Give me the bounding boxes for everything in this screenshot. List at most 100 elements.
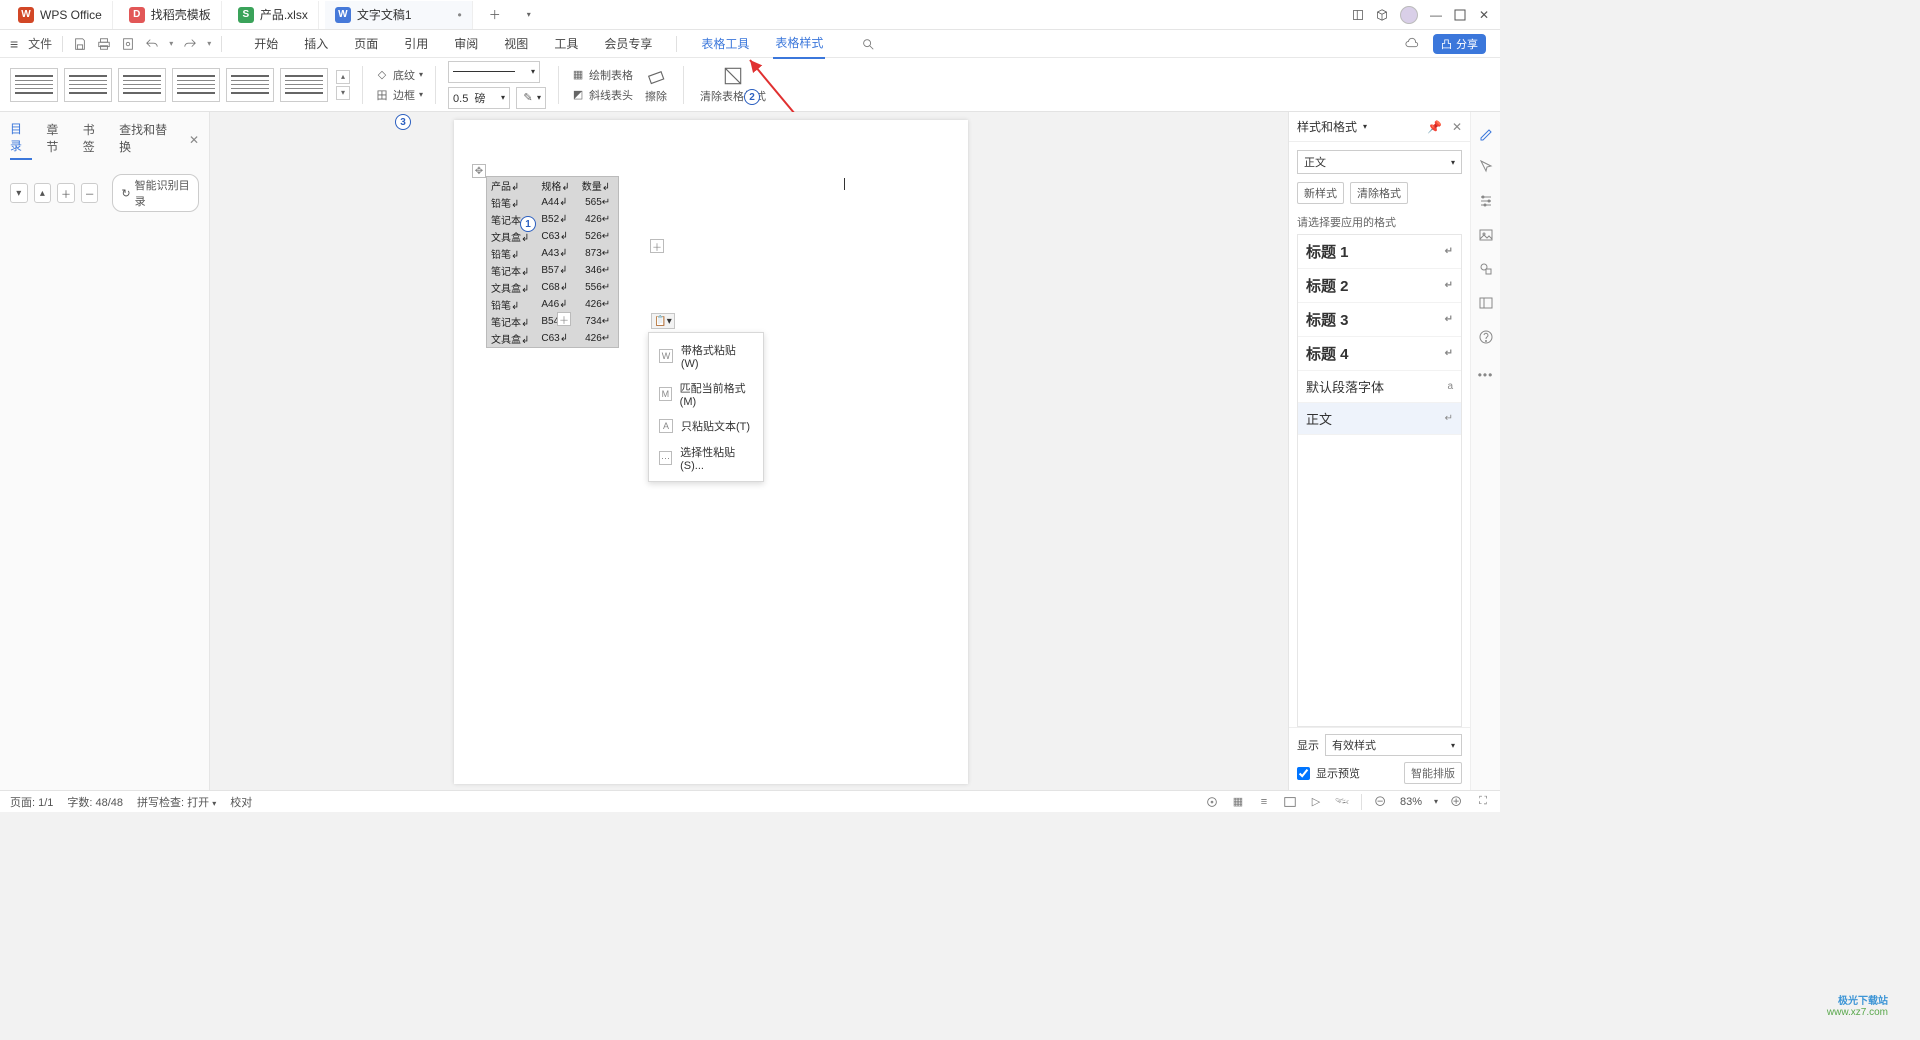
style-item[interactable]: 标题 3↵ <box>1298 303 1461 337</box>
status-words[interactable]: 字数: 48/48 <box>67 794 123 810</box>
status-spell[interactable]: 拼写检查: 打开 ▾ <box>137 794 216 810</box>
image-icon[interactable] <box>1477 226 1495 244</box>
link-icon[interactable]: 𓆝 <box>1335 795 1349 809</box>
zoom-out-icon[interactable] <box>1374 795 1388 809</box>
menu-icon[interactable]: ≡ <box>10 36 18 52</box>
nav-close-button[interactable]: ✕ <box>189 133 199 147</box>
line-style-combo[interactable]: ▾ <box>448 61 540 83</box>
pin-icon[interactable]: 📌 <box>1427 120 1442 134</box>
settings-icon[interactable] <box>1477 192 1495 210</box>
paste-options-button[interactable]: 📋▾ <box>651 313 675 329</box>
nav-tab-chapter[interactable]: 章节 <box>46 121 68 159</box>
zoom-in-icon[interactable] <box>1450 795 1464 809</box>
shading-button[interactable]: ◇底纹▾ <box>375 67 423 83</box>
view-play-icon[interactable]: ▷ <box>1309 795 1323 809</box>
redo-dropdown[interactable]: ▾ <box>207 39 211 48</box>
gallery-down[interactable]: ▾ <box>336 86 350 100</box>
line-weight-combo[interactable]: 0.5 磅▾ <box>448 87 510 109</box>
gallery-up[interactable]: ▴ <box>336 70 350 84</box>
draw-table-button[interactable]: ▦绘制表格 <box>571 67 633 83</box>
close-icon[interactable]: ✕ <box>1452 120 1462 134</box>
nav-remove-button[interactable]: － <box>81 183 99 203</box>
save-icon[interactable] <box>73 37 87 51</box>
style-item[interactable]: 标题 1↵ <box>1298 235 1461 269</box>
style-item[interactable]: 标题 2↵ <box>1298 269 1461 303</box>
app-tab[interactable]: W WPS Office <box>8 1 113 29</box>
menu-page[interactable]: 页面 <box>352 29 380 58</box>
menu-tools[interactable]: 工具 <box>552 29 580 58</box>
nav-tab-toc[interactable]: 目录 <box>10 120 32 160</box>
cloud-icon[interactable] <box>1405 37 1419 51</box>
smart-toc-button[interactable]: ↻智能识别目录 <box>112 174 199 212</box>
nav-tab-bookmark[interactable]: 书签 <box>83 121 105 159</box>
style-item[interactable]: 正文↵ <box>1298 403 1461 435</box>
view-web-icon[interactable] <box>1283 795 1297 809</box>
view-outline-icon[interactable]: ≡ <box>1257 795 1271 809</box>
share-button[interactable]: 凸分享 <box>1433 34 1486 54</box>
more-icon[interactable]: ••• <box>1477 366 1495 384</box>
shapes-icon[interactable] <box>1477 260 1495 278</box>
diag-header-button[interactable]: ◩斜线表头 <box>571 87 633 103</box>
clear-format-button[interactable]: 清除格式 <box>1350 182 1408 204</box>
nav-tab-find[interactable]: 查找和替换 <box>119 121 175 159</box>
view-print-icon[interactable]: ▦ <box>1231 795 1245 809</box>
search-icon[interactable] <box>861 37 875 51</box>
close-button[interactable]: ✕ <box>1478 9 1490 21</box>
preview-checkbox[interactable] <box>1297 767 1310 780</box>
status-page[interactable]: 页面: 1/1 <box>10 794 53 810</box>
print-icon[interactable] <box>97 37 111 51</box>
nav-up-button[interactable]: ▴ <box>34 183 52 203</box>
smart-layout-button[interactable]: 智能排版 <box>1404 762 1462 784</box>
new-tab-button[interactable]: ＋ <box>479 6 511 23</box>
status-proof[interactable]: 校对 <box>230 794 252 810</box>
new-style-button[interactable]: 新样式 <box>1297 182 1344 204</box>
menu-view[interactable]: 视图 <box>502 29 530 58</box>
gallery-item[interactable] <box>64 68 112 102</box>
table-add-col-handle[interactable]: ＋ <box>650 239 664 253</box>
menu-insert[interactable]: 插入 <box>302 29 330 58</box>
pen-color-combo[interactable]: ✎▾ <box>516 87 546 109</box>
print-preview-icon[interactable] <box>121 37 135 51</box>
undo-icon[interactable] <box>145 37 159 51</box>
panel-icon[interactable] <box>1352 9 1364 21</box>
tab-dropdown[interactable]: ▾ <box>517 10 541 19</box>
nav-add-button[interactable]: ＋ <box>57 183 75 203</box>
current-style-select[interactable]: 正文▾ <box>1297 150 1462 174</box>
border-button[interactable]: 田边框▾ <box>375 87 423 103</box>
paste-with-format[interactable]: W带格式粘贴(W) <box>649 337 763 375</box>
minimize-button[interactable]: — <box>1430 9 1442 21</box>
zoom-value[interactable]: 83% <box>1400 796 1422 808</box>
nav-collapse-button[interactable]: ▾ <box>10 183 28 203</box>
menu-review[interactable]: 审阅 <box>452 29 480 58</box>
erase-button[interactable]: 擦除 <box>641 66 671 104</box>
gallery-item[interactable] <box>118 68 166 102</box>
select-icon[interactable] <box>1477 158 1495 176</box>
menu-refs[interactable]: 引用 <box>402 29 430 58</box>
gallery-item[interactable] <box>226 68 274 102</box>
fullscreen-icon[interactable]: ⛶ <box>1476 795 1490 809</box>
tab-template[interactable]: D 找稻壳模板 <box>119 1 222 29</box>
menu-table-style[interactable]: 表格样式 <box>773 28 825 59</box>
gallery-item[interactable] <box>10 68 58 102</box>
paste-special[interactable]: ⋯选择性粘贴(S)... <box>649 439 763 477</box>
gallery-item[interactable] <box>172 68 220 102</box>
style-icon[interactable] <box>1477 124 1495 142</box>
menu-start[interactable]: 开始 <box>252 29 280 58</box>
menu-table-tools[interactable]: 表格工具 <box>699 29 751 58</box>
layers-icon[interactable] <box>1477 294 1495 312</box>
maximize-button[interactable] <box>1454 9 1466 21</box>
gallery-item[interactable] <box>280 68 328 102</box>
undo-dropdown[interactable]: ▾ <box>169 39 173 48</box>
help-icon[interactable] <box>1477 328 1495 346</box>
file-menu[interactable]: 文件 <box>28 35 52 52</box>
table-add-row-handle[interactable]: ＋ <box>557 312 571 326</box>
avatar[interactable] <box>1400 6 1418 24</box>
view-read-icon[interactable] <box>1205 795 1219 809</box>
paste-text-only[interactable]: A只粘贴文本(T) <box>649 413 763 439</box>
document-canvas[interactable]: ✥ 产品↲规格↲数量↲铅笔↲A44↲565↵笔记本↲B52↲426↵文具盒↲C6… <box>210 112 1288 790</box>
redo-icon[interactable] <box>183 37 197 51</box>
selected-table[interactable]: 产品↲规格↲数量↲铅笔↲A44↲565↵笔记本↲B52↲426↵文具盒↲C63↲… <box>486 176 619 348</box>
menu-vip[interactable]: 会员专享 <box>602 29 654 58</box>
paste-match-format[interactable]: M匹配当前格式(M) <box>649 375 763 413</box>
style-item[interactable]: 标题 4↵ <box>1298 337 1461 371</box>
